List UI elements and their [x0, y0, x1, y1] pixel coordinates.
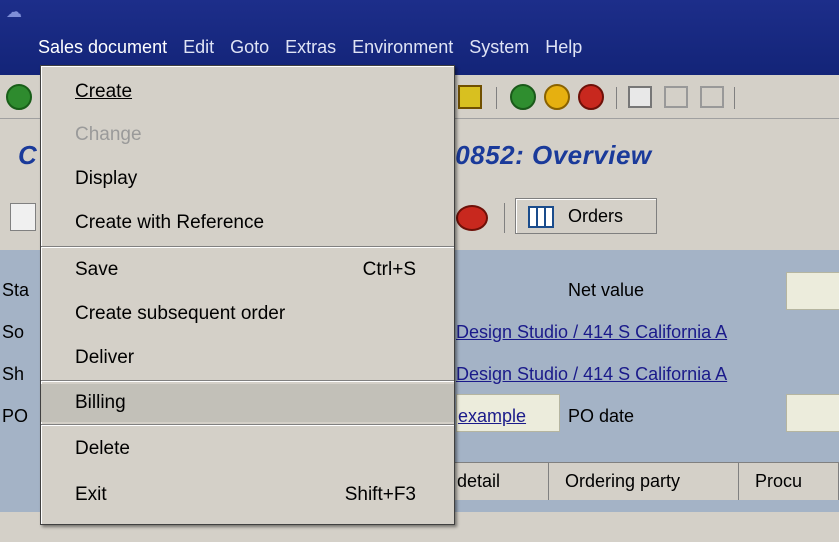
sold-to-label-stub: So — [2, 322, 25, 342]
menu-item-label: Change — [75, 124, 142, 145]
menu-item-label: Create subsequent order — [75, 303, 286, 324]
menu-goto[interactable]: Goto — [222, 34, 277, 62]
display-document-flow-icon[interactable] — [10, 203, 36, 231]
menu-environment[interactable]: Environment — [344, 34, 461, 62]
menu-item-label: Billing — [75, 392, 126, 413]
po-number-value[interactable]: example — [458, 406, 526, 427]
tab-label: detail — [457, 471, 501, 491]
menu-system[interactable]: System — [461, 34, 537, 62]
menu-item-billing[interactable]: Billing — [41, 384, 454, 422]
menu-item-exit[interactable]: Exit Shift+F3 — [41, 476, 454, 514]
menu-item-create-with-reference[interactable]: Create with Reference — [41, 204, 454, 242]
back-icon[interactable] — [510, 84, 536, 110]
tab-label: Ordering party — [565, 471, 681, 491]
orders-button[interactable]: Orders — [515, 198, 657, 234]
status-label-stub: Sta — [2, 280, 30, 300]
menu-item-shortcut: Shift+F3 — [344, 484, 416, 505]
menu-edit[interactable]: Edit — [175, 34, 222, 62]
net-value-label: Net value — [568, 280, 645, 300]
tab-procurement[interactable]: Procu — [738, 462, 839, 500]
window-icon[interactable]: ☁ — [6, 2, 22, 22]
menu-item-save[interactable]: Save Ctrl+S — [41, 251, 454, 289]
menu-extras[interactable]: Extras — [277, 34, 344, 62]
tab-ordering-party[interactable]: Ordering party — [548, 462, 740, 500]
menu-item-delete[interactable]: Delete — [41, 430, 454, 468]
net-value-field[interactable] — [786, 272, 839, 310]
save-icon[interactable] — [458, 85, 482, 109]
ship-to-party-link[interactable]: Design Studio / 414 S California A — [456, 364, 727, 385]
display-icon[interactable] — [456, 205, 488, 231]
toolbar-separator — [616, 87, 617, 109]
menu-item-label: Create — [75, 81, 133, 102]
po-date-label: PO date — [568, 406, 635, 426]
toolbar-separator — [734, 87, 735, 109]
menu-separator — [41, 380, 454, 382]
menu-item-deliver[interactable]: Deliver — [41, 339, 454, 377]
menu-item-create[interactable]: Create — [41, 73, 454, 111]
menu-item-label: Create with Reference — [75, 212, 265, 233]
find-next-icon[interactable] — [700, 86, 724, 108]
menu-item-label: Display — [75, 168, 138, 189]
menu-item-label: Deliver — [75, 347, 135, 368]
toolbar-separator — [496, 87, 497, 109]
menu-item-label: Save — [75, 259, 119, 280]
menu-bar: Sales document Edit Goto Extras Environm… — [30, 34, 590, 62]
menu-item-shortcut: Ctrl+S — [362, 259, 416, 280]
tab-label: Procu — [755, 471, 803, 491]
po-date-field[interactable] — [786, 394, 839, 432]
menu-separator — [41, 424, 454, 426]
menu-item-change: Change — [41, 116, 454, 154]
print-icon[interactable] — [628, 86, 652, 108]
cancel-icon[interactable] — [578, 84, 604, 110]
menu-item-create-subsequent-order[interactable]: Create subsequent order — [41, 295, 454, 333]
orders-label: Orders — [568, 206, 624, 226]
tab-item-detail[interactable]: detail — [440, 462, 552, 500]
exit-icon[interactable] — [544, 84, 570, 110]
menu-sales-document[interactable]: Sales document — [30, 34, 175, 62]
sales-document-menu: Create Change Display Create with Refere… — [40, 65, 455, 525]
table-icon — [528, 206, 554, 228]
menu-help[interactable]: Help — [537, 34, 590, 62]
menu-item-display[interactable]: Display — [41, 160, 454, 198]
menu-item-label: Exit — [75, 484, 107, 505]
menu-item-label: Delete — [75, 438, 130, 459]
sold-to-party-link[interactable]: Design Studio / 414 S California A — [456, 322, 727, 343]
enter-icon[interactable] — [6, 84, 32, 110]
po-label-stub: PO — [2, 406, 29, 426]
find-icon[interactable] — [664, 86, 688, 108]
title-bar: ☁ Sales document Edit Goto Extras Enviro… — [0, 0, 839, 75]
ship-to-label-stub: Sh — [2, 364, 25, 384]
toolbar-separator — [504, 203, 505, 233]
menu-separator — [41, 246, 454, 248]
